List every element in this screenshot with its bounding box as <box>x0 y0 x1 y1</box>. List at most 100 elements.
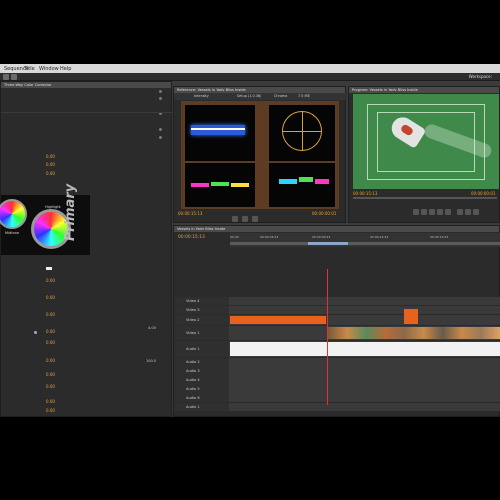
midtone-label: Midtone <box>5 231 20 235</box>
keyframe-marker[interactable] <box>34 331 37 334</box>
program-timecode-duration[interactable]: 00:00:00:01 <box>471 191 495 196</box>
property-value[interactable]: 0.00 <box>46 312 55 317</box>
timecode-current[interactable]: 00:00:15:13 <box>178 211 202 216</box>
scope-display <box>181 101 339 209</box>
toolbar: Workspace: <box>0 73 500 81</box>
property-value[interactable]: 0.00 <box>46 399 55 404</box>
ruler-label: 00:00:04:23 <box>260 235 279 239</box>
property-value[interactable]: 0.00 <box>46 154 55 159</box>
step-back-icon[interactable] <box>413 209 419 215</box>
property-value[interactable]: 0.00 <box>46 340 55 345</box>
playhead-line[interactable] <box>327 269 328 405</box>
work-area-range[interactable] <box>308 242 348 245</box>
extract-icon[interactable] <box>465 209 471 215</box>
vectorscope-axis <box>282 131 322 132</box>
reset-icon[interactable] <box>159 128 162 131</box>
property-value-right[interactable]: 4.00 <box>148 326 156 330</box>
scope-chroma[interactable]: Chroma <box>274 94 287 98</box>
primary-label: Primary <box>63 183 78 241</box>
property-value[interactable]: 0.00 <box>46 171 55 176</box>
reset-icon[interactable] <box>159 136 162 139</box>
track-label[interactable]: Audio 4 <box>174 376 229 384</box>
property-value[interactable]: 0.00 <box>46 372 55 377</box>
track-audio-4[interactable]: Audio 4 <box>174 376 500 384</box>
menu-bar: Sequence Title Window Help <box>0 64 500 73</box>
track-video-2[interactable]: Video 2 <box>174 309 500 325</box>
track-label[interactable]: Audio 6 <box>174 394 229 402</box>
property-value[interactable]: 0.00 <box>46 408 55 413</box>
step-forward-icon[interactable] <box>429 209 435 215</box>
track-label[interactable]: Audio 5 <box>174 385 229 393</box>
property-divider <box>1 112 173 113</box>
property-value-right[interactable]: 100.0 <box>146 359 156 363</box>
loop-icon[interactable] <box>437 209 443 215</box>
rgb-parade-scope <box>185 163 255 207</box>
track-label[interactable]: Video 1 <box>174 326 229 340</box>
y-trace <box>279 179 297 184</box>
property-value[interactable]: 0.00 <box>46 358 55 363</box>
video-2-clip[interactable] <box>230 316 326 324</box>
highlight-label: Highlight <box>45 205 61 209</box>
effect-controls-panel: Three-Way Color Corrector 0.00 0.00 0.00… <box>0 81 173 417</box>
timeline-timecode[interactable]: 00:00:15:13 <box>178 235 205 240</box>
step-forward-icon[interactable] <box>252 216 258 222</box>
green-parade-trace <box>211 182 229 186</box>
swatch[interactable] <box>46 267 52 270</box>
ruler-label: 00:00:09:23 <box>312 235 331 239</box>
midtone-wheel[interactable] <box>0 199 27 229</box>
time-ruler[interactable]: 00:00 00:00:04:23 00:00:09:23 00:00:14:2… <box>230 233 500 247</box>
property-value[interactable]: 0.00 <box>46 162 55 167</box>
track-label[interactable]: Audio 3 <box>174 367 229 375</box>
timecode-duration[interactable]: 00:00:00:01 <box>312 211 336 216</box>
track-audio-1[interactable]: Audio 1 <box>174 341 500 357</box>
track-select-tool-icon[interactable] <box>11 74 17 80</box>
video-2-clip-small[interactable] <box>404 309 418 324</box>
selection-tool-icon[interactable] <box>3 74 9 80</box>
panel-menu-icon[interactable] <box>159 90 162 93</box>
workspace-label[interactable]: Workspace: <box>469 74 492 79</box>
track-audio-2[interactable]: Audio 2 <box>174 358 500 366</box>
play-icon[interactable] <box>421 209 427 215</box>
red-parade-trace <box>191 183 209 187</box>
work-area-bar[interactable] <box>230 242 500 245</box>
play-icon[interactable] <box>242 216 248 222</box>
program-scrubber[interactable] <box>353 197 497 199</box>
safe-margins-icon[interactable] <box>445 209 451 215</box>
export-frame-icon[interactable] <box>473 209 479 215</box>
reset-icon[interactable] <box>159 97 162 100</box>
track-audio-6[interactable]: Audio 6 <box>174 394 500 402</box>
track-label[interactable]: Video 4 <box>174 297 229 305</box>
property-value[interactable]: 0.00 <box>46 295 55 300</box>
scope-mode-intensity[interactable]: Intensity <box>194 94 209 98</box>
lift-icon[interactable] <box>457 209 463 215</box>
scope-setup[interactable]: Setup (1.0.36) <box>237 94 261 98</box>
track-video-1[interactable]: Video 1 <box>174 326 500 340</box>
ycbcr-parade-scope <box>269 163 335 207</box>
track-video-3[interactable]: Video 3 <box>174 306 500 314</box>
program-monitor-panel: Program: Vessels in Yadv Bliss Inside 00… <box>348 86 500 223</box>
menu-window[interactable]: Window <box>39 66 59 72</box>
track-video-4[interactable]: Video 4 <box>174 297 500 305</box>
track-label[interactable]: Audio 1 <box>174 341 229 357</box>
program-timecode-current[interactable]: 00:00:15:13 <box>353 191 377 196</box>
cb-trace <box>299 177 313 182</box>
property-value[interactable]: 0.00 <box>46 384 55 389</box>
cr-trace <box>315 179 329 184</box>
audio-1-waveform-clip[interactable] <box>230 342 500 356</box>
track-label[interactable]: Video 2 <box>174 315 229 325</box>
menu-title[interactable]: Title <box>24 66 35 72</box>
ruler-label: 00:00:14:23 <box>370 235 389 239</box>
track-audio-5[interactable]: Audio 5 <box>174 385 500 393</box>
track-label[interactable]: Video 3 <box>174 306 229 314</box>
track-label[interactable]: Audio 2 <box>174 358 229 366</box>
color-wheels-preview[interactable]: Highlight Midtone Primary <box>0 184 90 255</box>
ruler-label: 00:00 <box>230 235 239 239</box>
effect-controls-title: Three-Way Color Corrector <box>1 82 171 88</box>
property-value[interactable]: 0.00 <box>46 329 55 334</box>
track-audio-3[interactable]: Audio 3 <box>174 367 500 375</box>
scope-ire[interactable]: 7.5 IRE <box>298 94 310 98</box>
video-1-clip-thumbnails[interactable] <box>328 327 500 339</box>
step-back-icon[interactable] <box>232 216 238 222</box>
property-value[interactable]: 0.00 <box>46 278 55 283</box>
menu-help[interactable]: Help <box>60 66 71 72</box>
